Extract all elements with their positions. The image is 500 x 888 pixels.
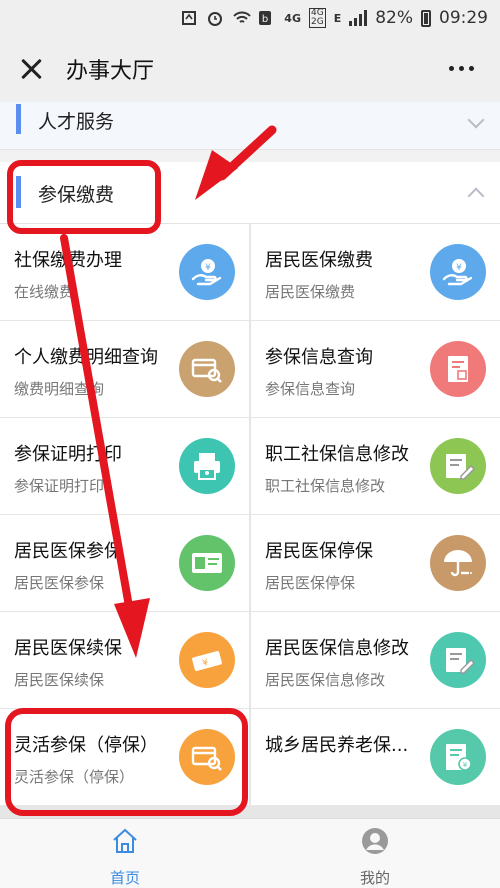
network-type-3: E	[333, 11, 342, 25]
service-item[interactable]: 个人缴费明细查询 缴费明细查询	[0, 321, 249, 417]
service-subtitle: 居民医保缴费	[265, 283, 356, 301]
tab-home[interactable]: 首页	[85, 827, 165, 887]
section-label: 参保缴费	[38, 184, 115, 206]
service-subtitle: 居民医保停保	[265, 574, 356, 592]
close-button[interactable]	[16, 54, 46, 84]
service-subtitle: 职工社保信息修改	[265, 477, 386, 495]
service-title: 城乡居民养老保...	[265, 735, 409, 756]
service-title: 居民医保续保	[14, 638, 122, 659]
bottom-tab-bar: 首页 我的	[0, 818, 500, 888]
section-label: 人才服务	[38, 111, 115, 133]
service-grid: 社保缴费办理 在线缴费 ¥ 居民医保缴费 居民医保缴费 ¥ 个人缴费明细查询 缴费明细查询 参保…	[0, 224, 500, 818]
title-bar: 办事大厅	[0, 36, 500, 102]
ticket-icon: ¥	[179, 632, 235, 688]
service-title: 居民医保停保	[265, 541, 373, 562]
section-talent-services[interactable]: 人才服务	[0, 102, 500, 150]
service-title: 居民医保缴费	[265, 250, 373, 271]
printer-icon	[179, 438, 235, 494]
network-type-1: 4G	[284, 11, 301, 25]
tab-home-label: 首页	[109, 869, 140, 887]
battery-percent: 82%	[375, 8, 413, 28]
signal-icon	[349, 10, 368, 26]
service-item[interactable]: 居民医保信息修改 居民医保信息修改	[251, 612, 500, 708]
chevron-down-icon	[467, 111, 485, 129]
service-item[interactable]: 居民医保停保 居民医保停保	[251, 515, 500, 611]
svg-text:¥: ¥	[456, 263, 462, 273]
section-accent-bar	[16, 176, 21, 208]
service-item[interactable]: 城乡居民养老保... ¥	[251, 709, 500, 805]
service-title: 灵活参保（停保）	[14, 735, 158, 756]
service-subtitle: 居民医保参保	[14, 574, 105, 592]
service-subtitle: 缴费明细查询	[14, 380, 105, 398]
service-item[interactable]: 社保缴费办理 在线缴费 ¥	[0, 224, 249, 320]
edit-form-icon	[430, 632, 486, 688]
service-title: 参保证明打印	[14, 444, 122, 465]
service-item[interactable]: 居民医保参保 居民医保参保	[0, 515, 249, 611]
hand-coin-icon: ¥	[430, 244, 486, 300]
document-stamp-icon	[430, 341, 486, 397]
pension-form-icon: ¥	[430, 729, 486, 785]
chevron-up-icon	[467, 187, 485, 205]
service-item[interactable]: 职工社保信息修改 职工社保信息修改	[251, 418, 500, 514]
service-subtitle: 居民医保信息修改	[265, 671, 386, 689]
section-insurance-payment[interactable]: 参保缴费	[0, 162, 500, 224]
page-title: 办事大厅	[66, 59, 155, 84]
service-title: 居民医保参保	[14, 541, 122, 562]
recycle-icon	[180, 10, 198, 26]
service-subtitle: 参保证明打印	[14, 477, 105, 495]
service-item[interactable]: 灵活参保（停保） 灵活参保（停保）	[0, 709, 249, 805]
service-title: 参保信息查询	[265, 347, 373, 368]
more-options-button[interactable]	[449, 66, 474, 71]
user-icon	[361, 827, 389, 859]
service-subtitle: 参保信息查询	[265, 380, 356, 398]
app-notification-icon: b	[258, 10, 276, 26]
svg-text:b: b	[262, 14, 268, 25]
service-subtitle: 灵活参保（停保）	[14, 768, 135, 786]
card-search-icon	[179, 729, 235, 785]
battery-icon	[421, 9, 431, 27]
hand-coin-icon: ¥	[179, 244, 235, 300]
section-accent-bar	[16, 104, 21, 134]
service-item[interactable]: 居民医保缴费 居民医保缴费 ¥	[251, 224, 500, 320]
tab-mine-label: 我的	[359, 869, 390, 887]
service-item[interactable]: 居民医保续保 居民医保续保 ¥	[0, 612, 249, 708]
clock: 09:29	[439, 8, 488, 28]
edit-form-icon	[430, 438, 486, 494]
home-icon	[111, 827, 139, 859]
alarm-icon	[206, 10, 224, 26]
tab-mine[interactable]: 我的	[335, 827, 415, 887]
svg-text:¥: ¥	[463, 761, 468, 769]
service-title: 居民医保信息修改	[265, 638, 409, 659]
svg-text:¥: ¥	[205, 263, 211, 273]
umbrella-icon	[430, 535, 486, 591]
card-search-icon	[179, 341, 235, 397]
service-subtitle: 居民医保续保	[14, 671, 105, 689]
status-bar: b 4G 4G 2G E 82% 09:29	[0, 0, 500, 36]
network-type-2b: 2G	[310, 17, 324, 27]
wifi-icon	[232, 10, 252, 26]
service-title: 社保缴费办理	[14, 250, 122, 271]
service-title: 个人缴费明细查询	[14, 347, 158, 368]
service-item[interactable]: 参保证明打印 参保证明打印	[0, 418, 249, 514]
service-item[interactable]: 参保信息查询 参保信息查询	[251, 321, 500, 417]
service-title: 职工社保信息修改	[265, 444, 409, 465]
network-type-2: 4G 2G	[308, 8, 326, 28]
id-card-icon	[179, 535, 235, 591]
service-subtitle: 在线缴费	[14, 283, 75, 301]
